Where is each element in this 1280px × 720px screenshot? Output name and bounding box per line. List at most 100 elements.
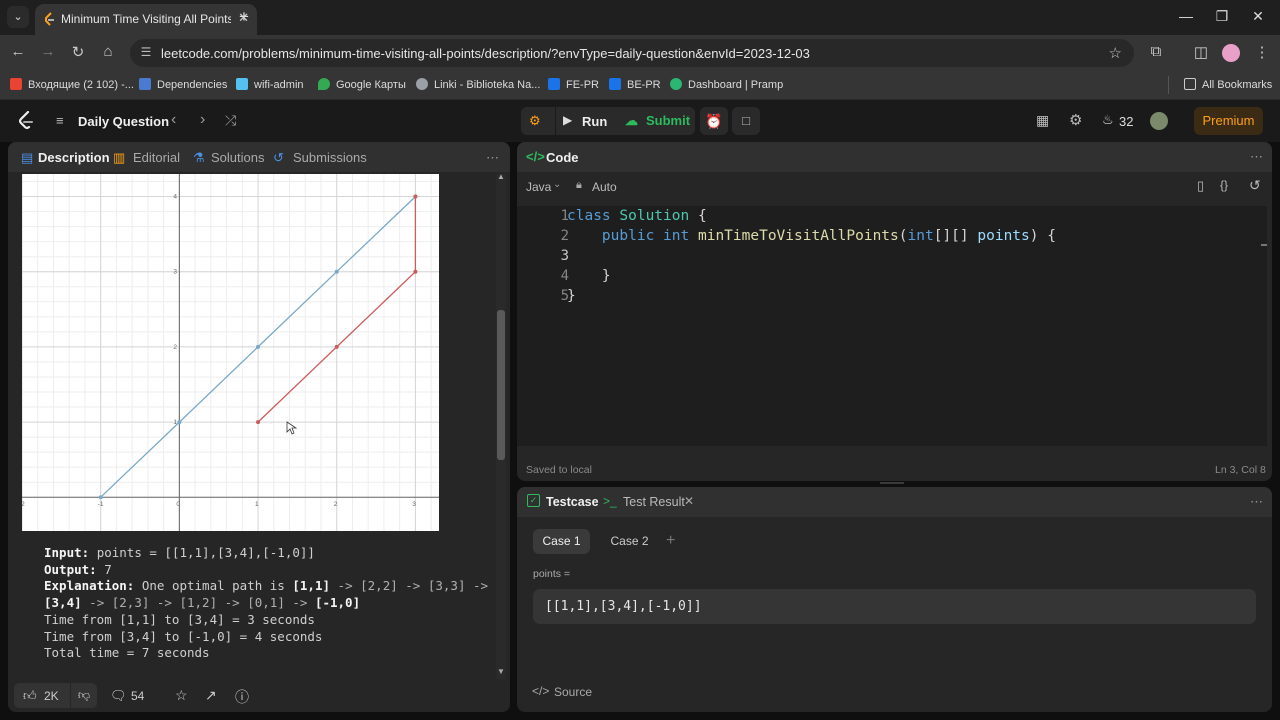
format-braces-icon[interactable]: {} (1220, 178, 1228, 192)
reset-code-icon[interactable]: ↺ (1249, 177, 1261, 194)
resize-handle[interactable] (880, 482, 904, 484)
description-tab-icon: ▤ (21, 150, 34, 165)
user-avatar[interactable] (1150, 112, 1168, 130)
daily-question-link[interactable]: Daily Question (78, 114, 169, 129)
bookmark-icon[interactable]: ▯ (1197, 178, 1204, 194)
window-close-icon[interactable]: ✕ (1248, 8, 1268, 25)
bookmark-item[interactable]: Linki - Biblioteka Na... (416, 78, 540, 91)
settings-gear-icon[interactable]: ⚙ (1069, 111, 1082, 129)
home-icon[interactable]: ⌂ (98, 43, 118, 60)
scroll-down-icon[interactable]: ▼ (497, 667, 505, 676)
tab-test-result[interactable]: Test Result (623, 495, 685, 509)
code-panel: </> Code ⋯ Java ⌄ 🔒︎ Auto ▯ {} ↺ 1 2 3 4… (517, 142, 1272, 481)
chart-x-tick-label: 3 (412, 501, 416, 508)
example-explanation-line: Explanation: One optimal path is [1,1] -… (44, 578, 488, 595)
next-problem-icon[interactable]: › (200, 111, 205, 129)
share-icon[interactable]: ↗ (205, 687, 217, 704)
debugger-icon[interactable]: ⚙ (529, 113, 541, 129)
extensions-icon[interactable]: ⧉ (1146, 43, 1166, 60)
bookmark-item[interactable]: Входящие (2 102) -... (10, 78, 134, 91)
problem-list-icon[interactable]: ≡ (56, 113, 64, 128)
tab-testcase[interactable]: Testcase (546, 495, 599, 509)
bookmark-item[interactable]: Google Карты (318, 78, 406, 91)
streak-flame-icon[interactable]: ♨ (1102, 112, 1114, 128)
chart-x-tick-label: -1 (98, 501, 104, 508)
reload-icon[interactable]: ↻ (68, 43, 88, 61)
site-info-icon[interactable]: ☰ (138, 45, 154, 61)
leetcode-logo-icon[interactable] (18, 111, 35, 131)
path-start: [1,1] (292, 578, 331, 594)
favorite-star-icon[interactable]: ☆ (175, 687, 188, 704)
help-icon[interactable]: ⓘ (235, 687, 249, 707)
router-icon (236, 78, 248, 90)
auto-mode-label[interactable]: Auto (592, 180, 617, 194)
run-button[interactable]: Run (582, 114, 607, 129)
minimize-icon[interactable]: — (1176, 8, 1196, 24)
thumbs-up-icon: 👍︎ (23, 688, 37, 703)
more-options-icon[interactable]: ⋯ (1250, 494, 1263, 510)
submit-button[interactable]: ☁ Submit (622, 107, 695, 135)
case-tab-1[interactable]: Case 1 (533, 529, 590, 554)
example-output-line: Output: 7 (44, 562, 488, 579)
back-arrow-icon[interactable]: ← (8, 43, 28, 60)
dislike-button[interactable]: 👎︎ (71, 683, 97, 708)
profile-avatar[interactable] (1222, 44, 1240, 62)
description-scrollbar[interactable]: ▲ ▼ (496, 172, 506, 679)
more-options-icon[interactable]: ⋯ (1250, 149, 1263, 165)
bookmark-item[interactable]: FE-PR (548, 78, 599, 91)
scrollbar-thumb[interactable] (497, 310, 505, 460)
add-case-icon[interactable]: + (666, 532, 675, 550)
tab-description[interactable]: Description (38, 150, 110, 165)
line-number: 4 (560, 268, 569, 284)
address-bar[interactable]: ☰ leetcode.com/problems/minimum-time-vis… (130, 39, 1134, 67)
browser-tab-active[interactable]: Minimum Time Visiting All Points ✕ (35, 4, 257, 35)
bookmark-item[interactable]: Dashboard | Pramp (670, 78, 783, 91)
comment-icon[interactable]: 🗨︎ (110, 688, 127, 704)
chart-x-tick-label: 2 (334, 501, 338, 508)
description-panel: ▤ Description ▥ Editorial ⚗ Solutions ↺ … (8, 142, 510, 712)
tab-search-button[interactable]: ⌄ (7, 6, 29, 28)
run-submit-group: ⚙ ▶ Run ☁ Submit (521, 107, 695, 135)
example-input-line: Input: points = [[1,1],[3,4],[-1,0]] (44, 545, 488, 562)
side-panel-icon[interactable]: ◫ (1191, 43, 1211, 61)
path-waypoint: [3,4] (44, 595, 82, 611)
url-text[interactable]: leetcode.com/problems/minimum-time-visit… (161, 46, 810, 61)
close-icon[interactable]: ✕ (684, 494, 694, 508)
explanation-text: One optimal path is (141, 578, 285, 594)
bookmark-item[interactable]: wifi-admin (236, 78, 304, 91)
testcase-input[interactable]: [[1,1],[3,4],[-1,0]] (533, 589, 1256, 624)
alarm-clock-icon[interactable]: ⏰ (700, 107, 728, 135)
all-bookmarks-button[interactable]: All Bookmarks (1184, 78, 1272, 91)
chevron-down-icon[interactable]: ⌄ (553, 179, 561, 190)
code-line: } (601, 268, 611, 284)
case-tab-2[interactable]: Case 2 (601, 529, 658, 554)
bookmark-item[interactable]: Dependencies (139, 78, 227, 91)
like-button[interactable]: 👍︎ 2K (14, 683, 70, 708)
code-line: class Solution { (567, 208, 707, 224)
forward-arrow-icon[interactable]: → (38, 43, 58, 60)
chrome-menu-icon[interactable]: ⋮ (1252, 43, 1272, 61)
editor-toolbar: Java ⌄ 🔒︎ Auto ▯ {} ↺ (517, 172, 1272, 202)
tab-solutions[interactable]: Solutions (211, 150, 264, 165)
bookmark-star-icon[interactable]: ☆ (1109, 44, 1122, 62)
notes-icon[interactable]: □ (732, 107, 760, 135)
bookmark-label: Dashboard | Pramp (688, 79, 784, 91)
maximize-icon[interactable]: ❐ (1212, 8, 1232, 25)
cloud-upload-icon: ☁ (625, 113, 638, 128)
run-play-icon[interactable]: ▶ (563, 113, 572, 127)
new-tab-button[interactable]: + (234, 7, 254, 27)
premium-button[interactable]: Premium (1194, 107, 1263, 135)
prev-problem-icon[interactable]: ‹ (171, 111, 176, 129)
scroll-up-icon[interactable]: ▲ (497, 172, 505, 181)
tab-editorial[interactable]: Editorial (133, 150, 180, 165)
bookmark-item[interactable]: BE-PR (609, 78, 661, 91)
code-editor[interactable]: 1 2 3 4 5 class Solution { public int mi… (517, 206, 1267, 446)
more-options-icon[interactable]: ⋯ (486, 150, 499, 166)
tab-title: Minimum Time Visiting All Points (61, 12, 231, 26)
shuffle-icon[interactable]: ⤮ (225, 112, 236, 129)
layout-grid-icon[interactable]: ▦ (1036, 112, 1049, 129)
jira-icon (609, 78, 621, 90)
source-link[interactable]: Source (554, 685, 592, 699)
language-select[interactable]: Java (526, 180, 551, 194)
tab-submissions[interactable]: Submissions (293, 150, 367, 165)
